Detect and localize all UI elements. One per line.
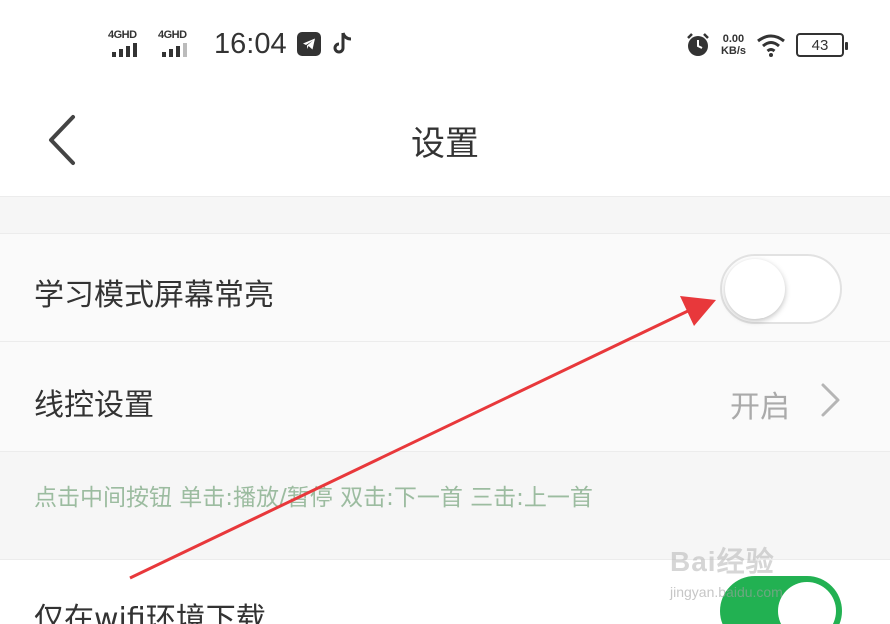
wire-control-label: 线控设置 bbox=[34, 388, 154, 423]
page-title: 设置 bbox=[411, 124, 479, 164]
setting-row-wifi-only: 仅在wifi环境下载 bbox=[0, 560, 890, 624]
alarm-icon bbox=[685, 32, 711, 58]
toggle-knob bbox=[725, 259, 785, 319]
speed-unit: KB/s bbox=[720, 45, 746, 57]
setting-row-wire-control[interactable]: 线控设置 开启 bbox=[0, 342, 890, 452]
cellular-signal-2-icon: 4GHD bbox=[158, 29, 198, 59]
network-type-2: 4GHD bbox=[158, 29, 187, 41]
status-right: 0.00 KB/s 43 bbox=[685, 28, 848, 62]
network-speed: 0.00 KB/s bbox=[721, 33, 746, 57]
network-type-1: 4GHD bbox=[108, 29, 137, 41]
wire-control-value: 开启 bbox=[730, 390, 790, 425]
status-bar: 4GHD 4GHD 16:04 0.00 KB/s 43 bbox=[0, 0, 890, 90]
hint-row: 点击中间按钮 单击:播放/暂停 双击:下一首 三击:上一首 bbox=[0, 452, 890, 560]
screen-on-label: 学习模式屏幕常亮 bbox=[34, 278, 274, 313]
wire-control-hint: 点击中间按钮 单击:播放/暂停 双击:下一首 三击:上一首 bbox=[34, 485, 593, 511]
screen-on-toggle[interactable] bbox=[720, 254, 842, 324]
battery-level: 43 bbox=[811, 36, 829, 54]
setting-row-screen-on: 学习模式屏幕常亮 bbox=[0, 234, 890, 342]
status-left: 4GHD 4GHD 16:04 bbox=[108, 26, 355, 62]
clock: 16:04 bbox=[214, 27, 287, 60]
nav-bar: 设置 bbox=[0, 90, 890, 196]
chevron-right-icon bbox=[821, 383, 840, 417]
toggle-knob bbox=[778, 582, 836, 624]
cellular-signal-1-icon: 4GHD bbox=[108, 29, 148, 59]
battery-icon: 43 bbox=[796, 33, 848, 57]
wifi-only-toggle[interactable] bbox=[720, 576, 842, 624]
speed-value: 0.00 bbox=[722, 33, 745, 45]
tiktok-icon bbox=[331, 31, 355, 57]
telegram-icon bbox=[296, 32, 321, 56]
section-spacer bbox=[0, 196, 890, 234]
wifi-icon bbox=[756, 33, 786, 57]
wifi-only-label: 仅在wifi环境下载 bbox=[34, 602, 266, 624]
